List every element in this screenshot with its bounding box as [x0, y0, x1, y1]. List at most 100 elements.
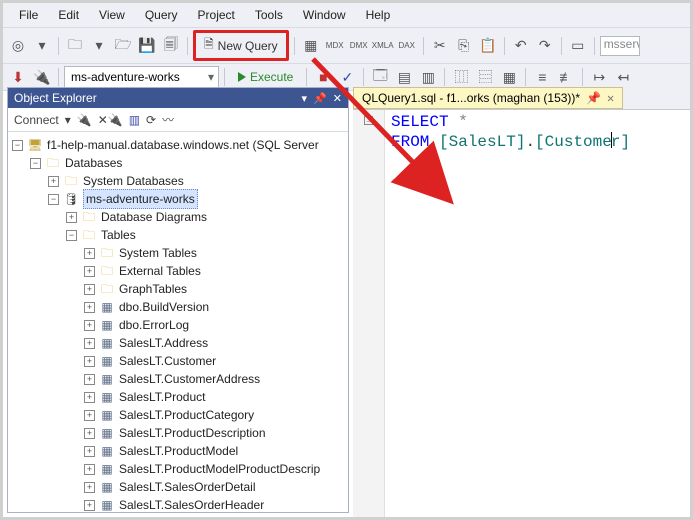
tree-table-node[interactable]: +▦SalesLT.ProductModel: [8, 442, 348, 460]
copy-icon[interactable]: ⎘: [453, 35, 475, 57]
dax-icon[interactable]: DAX: [396, 35, 418, 57]
back-icon[interactable]: ◎: [7, 35, 29, 57]
menu-help[interactable]: Help: [356, 5, 401, 25]
collapse-icon[interactable]: −: [12, 140, 23, 151]
save-icon[interactable]: 💾: [136, 35, 158, 57]
expand-icon[interactable]: +: [84, 248, 95, 259]
close-icon[interactable]: ✕: [333, 92, 342, 105]
connect-icon[interactable]: 🔌: [77, 113, 92, 127]
open-icon[interactable]: 🗁: [112, 35, 134, 57]
menu-project[interactable]: Project: [188, 5, 245, 25]
object-explorer-toolbar: Connect ▾ 🔌 ✕🔌 ▥ ⟳ 〰: [8, 108, 348, 132]
new-query-button[interactable]: 🗎 New Query: [193, 30, 289, 61]
new-query-icon: 🗎: [204, 35, 214, 56]
menu-edit[interactable]: Edit: [48, 5, 89, 25]
expand-icon[interactable]: +: [84, 266, 95, 277]
editor-tab[interactable]: QLQuery1.sql - f1...orks (maghan (153))*…: [353, 87, 623, 109]
dropdown-icon[interactable]: ▾: [302, 92, 308, 105]
tree-table-node[interactable]: +▦SalesLT.CustomerAddress: [8, 370, 348, 388]
tree-node-label: SalesLT.ProductModelProductDescrip: [119, 460, 320, 478]
tree-table-node[interactable]: +▦SalesLT.ProductModelProductDescrip: [8, 460, 348, 478]
tree-table-node[interactable]: +🗀External Tables: [8, 262, 348, 280]
expand-icon[interactable]: +: [84, 500, 95, 511]
dropdown-arrow-icon: ▾: [208, 70, 214, 84]
folder-icon: 🗀: [81, 209, 97, 225]
server-icon: 🖥: [27, 137, 43, 153]
redo-icon[interactable]: ↷: [534, 35, 556, 57]
folder-icon: 🗀: [63, 173, 79, 189]
tree-databases-node[interactable]: − 🗀 Databases: [8, 154, 348, 172]
pin-icon[interactable]: 📌: [313, 92, 327, 105]
folder-icon: 🗀: [81, 227, 97, 243]
expand-icon[interactable]: +: [84, 464, 95, 475]
new-project-icon[interactable]: 🗀: [64, 35, 86, 57]
outline-collapse-icon[interactable]: −: [364, 116, 373, 125]
search-box[interactable]: msservi: [600, 36, 640, 56]
code-editor[interactable]: SELECT * FROM [SalesLT].[Customer]: [385, 110, 636, 517]
tree-table-node[interactable]: +▦SalesLT.ProductCategory: [8, 406, 348, 424]
tree-table-node[interactable]: +▦dbo.ErrorLog: [8, 316, 348, 334]
menu-tools[interactable]: Tools: [245, 5, 293, 25]
tree-table-node[interactable]: +▦dbo.BuildVersion: [8, 298, 348, 316]
table-icon: ▦: [99, 443, 115, 459]
dmx-icon[interactable]: DMX: [348, 35, 370, 57]
tree-system-databases-node[interactable]: + 🗀 System Databases: [8, 172, 348, 190]
expand-icon[interactable]: +: [84, 374, 95, 385]
undo-icon[interactable]: ↶: [510, 35, 532, 57]
tree-table-node[interactable]: +▦SalesLT.Product: [8, 388, 348, 406]
tree-node-label: GraphTables: [119, 280, 187, 298]
expand-icon[interactable]: +: [84, 284, 95, 295]
object-explorer-title: Object Explorer: [14, 91, 97, 105]
expand-icon[interactable]: +: [84, 356, 95, 367]
collapse-icon[interactable]: −: [30, 158, 41, 169]
tree-table-node[interactable]: +▦SalesLT.Address: [8, 334, 348, 352]
tree-table-node[interactable]: +▦SalesLT.ProductDescription: [8, 424, 348, 442]
menu-query[interactable]: Query: [135, 5, 188, 25]
tree-tables-node[interactable]: − 🗀 Tables: [8, 226, 348, 244]
connect-button[interactable]: Connect: [14, 113, 59, 127]
expand-icon[interactable]: +: [84, 428, 95, 439]
find-icon[interactable]: ▭: [567, 35, 589, 57]
query-template-icon[interactable]: ▦: [300, 35, 322, 57]
tree-table-node[interactable]: +▦SalesLT.SalesOrderDetail: [8, 478, 348, 496]
tree-table-node[interactable]: +🗀System Tables: [8, 244, 348, 262]
collapse-icon[interactable]: −: [48, 194, 59, 205]
object-explorer-tree[interactable]: − 🖥 f1-help-manual.database.windows.net …: [8, 132, 348, 512]
table-icon: ▦: [99, 317, 115, 333]
cut-icon[interactable]: ✂: [429, 35, 451, 57]
forward-icon[interactable]: ▾: [31, 35, 53, 57]
tree-table-node[interactable]: +▦SalesLT.SalesOrderHeader: [8, 496, 348, 512]
save-all-icon[interactable]: 🗐: [160, 35, 182, 57]
expand-icon[interactable]: +: [84, 338, 95, 349]
tree-database-node[interactable]: − 🛢 ms-adventure-works: [8, 190, 348, 208]
menu-view[interactable]: View: [89, 5, 135, 25]
close-tab-icon[interactable]: ✕: [607, 91, 614, 105]
refresh-icon[interactable]: ⟳: [146, 113, 156, 127]
new-item-icon[interactable]: ▾: [88, 35, 110, 57]
expand-icon[interactable]: +: [84, 392, 95, 403]
tree-table-node[interactable]: +🗀GraphTables: [8, 280, 348, 298]
filter-icon[interactable]: ▥: [129, 113, 140, 127]
paste-icon[interactable]: 📋: [477, 35, 499, 57]
expand-icon[interactable]: +: [84, 320, 95, 331]
xmla-icon[interactable]: XMLA: [372, 35, 394, 57]
expand-icon[interactable]: +: [84, 302, 95, 313]
expand-icon[interactable]: +: [84, 410, 95, 421]
mdx-icon[interactable]: MDX: [324, 35, 346, 57]
pin-tab-icon[interactable]: 📌: [586, 91, 601, 105]
activity-icon[interactable]: 〰: [162, 111, 174, 128]
menu-file[interactable]: File: [9, 5, 48, 25]
disconnect-icon[interactable]: ✕🔌: [98, 113, 123, 127]
tree-database-diagrams-node[interactable]: + 🗀 Database Diagrams: [8, 208, 348, 226]
expand-icon[interactable]: +: [48, 176, 59, 187]
expand-icon[interactable]: +: [66, 212, 77, 223]
play-icon: [238, 72, 246, 82]
tree-table-node[interactable]: +▦SalesLT.Customer: [8, 352, 348, 370]
expand-icon[interactable]: +: [84, 482, 95, 493]
tree-node-label: SalesLT.ProductDescription: [119, 424, 266, 442]
tree-node-label: SalesLT.SalesOrderDetail: [119, 478, 256, 496]
menu-window[interactable]: Window: [293, 5, 356, 25]
expand-icon[interactable]: +: [84, 446, 95, 457]
tree-server-node[interactable]: − 🖥 f1-help-manual.database.windows.net …: [8, 136, 348, 154]
collapse-icon[interactable]: −: [66, 230, 77, 241]
